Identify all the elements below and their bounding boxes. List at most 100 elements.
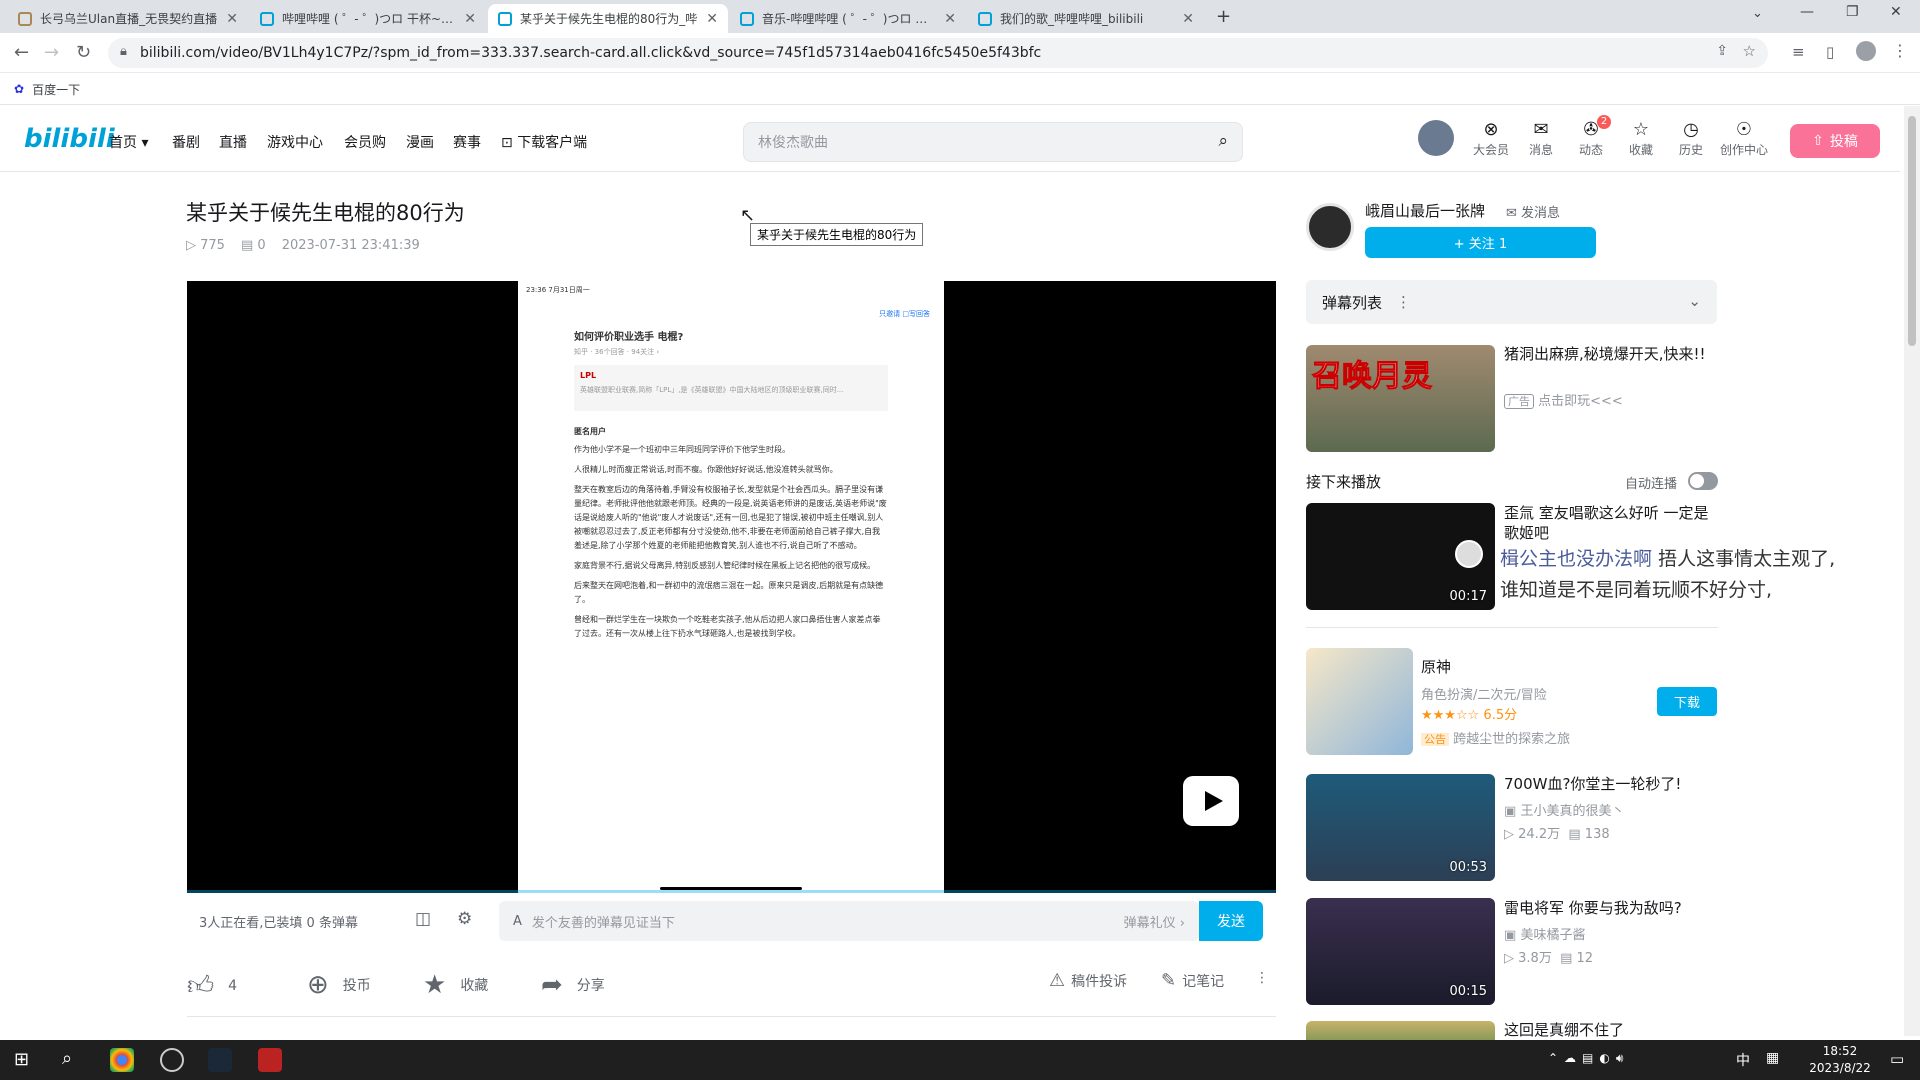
video-player[interactable]: 23:36 7月31日周一 只邀请 □写回答 如何评价职业选手 电棍? 知乎 ·… <box>187 281 1276 893</box>
header-favorites[interactable]: ☆ 收藏 <box>1619 119 1663 158</box>
danmaku-toggle-icon[interactable]: ◫ <box>415 909 431 929</box>
ad-title[interactable]: 猪洞出麻痹,秘境爆开天,快来!! <box>1504 344 1718 364</box>
uploader-name[interactable]: 峨眉山最后一张牌 <box>1365 200 1485 221</box>
nav-manga[interactable]: 漫画 <box>406 132 434 152</box>
nav-live[interactable]: 直播 <box>219 132 247 152</box>
play-button-icon[interactable] <box>1183 776 1239 826</box>
windows-start-icon[interactable]: ⊞ <box>14 1049 29 1070</box>
new-tab-icon[interactable]: + <box>1216 6 1231 27</box>
star-icon: ☆ <box>1632 119 1650 140</box>
bookmark-star-icon[interactable]: ☆ <box>1743 42 1756 60</box>
more-options-icon[interactable]: ⋮ <box>1396 293 1411 311</box>
close-icon[interactable]: ✕ <box>226 11 238 27</box>
nav-download-client[interactable]: ⊡ 下载客户端 <box>501 132 587 152</box>
download-button[interactable]: 下载 <box>1657 687 1717 716</box>
steam-icon[interactable] <box>208 1048 232 1072</box>
page-scrollbar[interactable] <box>1904 106 1920 1036</box>
browser-tab[interactable]: 长弓乌兰Ulan直播_无畏契约直播 ✕ <box>8 4 248 33</box>
report-button[interactable]: ⚠ 稿件投诉 <box>1049 970 1127 991</box>
header-history[interactable]: ◷ 历史 <box>1669 119 1713 158</box>
text-style-icon[interactable]: A <box>513 914 522 929</box>
notification-icon[interactable]: ▭ <box>1890 1050 1904 1068</box>
nav-game-center[interactable]: 游戏中心 <box>267 132 323 152</box>
browser-tab-active[interactable]: 某乎关于候先生电棍的80行为_哔 ✕ <box>488 4 728 33</box>
rec-author[interactable]: ▣ 王小美真的很美丶 <box>1504 800 1624 819</box>
browser-tab[interactable]: 我们的歌_哔哩哔哩_bilibili ✕ <box>968 4 1204 33</box>
follow-button[interactable]: + 关注 1 <box>1365 227 1596 258</box>
rec-title[interactable]: 歪氚 室友唱歌这么好听 一定是歌姬吧 <box>1504 503 1718 543</box>
ime-indicator[interactable]: 中 <box>1736 1050 1750 1070</box>
browser-tab[interactable]: 音乐-哔哩哔哩 ( ゜- ゜)つロ 干杯 ✕ <box>730 4 966 33</box>
user-avatar[interactable] <box>1418 120 1454 156</box>
more-icon[interactable]: ⋮ <box>1255 970 1269 986</box>
coin-button[interactable]: ⊕ 投币 <box>307 970 371 1000</box>
header-creator-center[interactable]: ☉ 创作中心 <box>1720 119 1768 158</box>
scrollbar-thumb[interactable] <box>1908 116 1916 346</box>
url-field[interactable]: 🔒︎ bilibili.com/video/BV1Lh4y1C7Pz/?spm_… <box>108 38 1768 68</box>
header-vip[interactable]: ⊗ 大会员 <box>1469 119 1513 158</box>
nav-mall[interactable]: 会员购 <box>344 132 386 152</box>
game-icon[interactable] <box>1306 648 1413 755</box>
nav-home[interactable]: 首页 ▾ <box>109 132 148 152</box>
window-close-icon[interactable]: ✕ <box>1890 4 1902 20</box>
browser-tab[interactable]: 哔哩哔哩 ( ゜- ゜)つロ 干杯~-bili ✕ <box>250 4 486 33</box>
send-button[interactable]: 发送 <box>1199 901 1263 941</box>
upload-button[interactable]: ⇧ 投稿 <box>1790 124 1880 158</box>
share-icon[interactable]: ⇪ <box>1716 43 1728 59</box>
progress-bar[interactable] <box>187 890 1276 893</box>
danmaku-settings-icon[interactable]: ⚙ <box>457 909 472 929</box>
autoplay-toggle[interactable] <box>1688 472 1718 490</box>
bilibili-logo[interactable]: bilibili <box>24 124 115 154</box>
like-button[interactable]: 👍︎ 4 <box>187 970 237 1001</box>
dota-icon[interactable] <box>258 1048 282 1072</box>
rec-thumbnail[interactable]: 00:15 <box>1306 898 1495 1005</box>
header-message[interactable]: ✉ 消息 <box>1519 119 1563 158</box>
restore-icon[interactable]: ❐ <box>1846 4 1859 20</box>
danmaku-input[interactable]: A 发个友善的弹幕见证当下 弹幕礼仪 › <box>499 901 1199 941</box>
tab-search-icon[interactable]: ⌄ <box>1752 6 1763 21</box>
close-icon[interactable]: ✕ <box>464 11 476 27</box>
close-icon[interactable]: ✕ <box>1182 11 1194 27</box>
search-icon[interactable]: ⌕ <box>62 1048 72 1069</box>
address-bar-row: ← → ↻ 🔒︎ bilibili.com/video/BV1Lh4y1C7Pz… <box>0 33 1920 73</box>
rec-author[interactable]: ▣ 美味橘子酱 <box>1504 924 1585 943</box>
rec-thumbnail[interactable]: 00:53 <box>1306 774 1495 881</box>
uploader-avatar[interactable] <box>1306 203 1354 251</box>
ad-cta[interactable]: 点击即玩<<< <box>1538 394 1623 409</box>
search-input[interactable]: 林俊杰歌曲 ⌕ <box>743 122 1243 162</box>
rec-title[interactable]: 这回是真绷不住了 <box>1504 1020 1718 1040</box>
bookmark-item[interactable]: 百度一下 <box>32 81 80 98</box>
game-name[interactable]: 原神 <box>1421 657 1451 677</box>
close-icon[interactable]: ✕ <box>944 11 956 27</box>
rec-title[interactable]: 700W血?你堂主一轮秒了! <box>1504 774 1718 794</box>
keyboard-icon[interactable]: ▦ <box>1766 1050 1779 1066</box>
side-panel-icon[interactable]: ▯ <box>1826 43 1834 61</box>
danmaku-list-header[interactable]: 弹幕列表 ⋮ ⌄ <box>1306 280 1717 324</box>
header-dynamic[interactable]: ✇ 动态 2 <box>1569 115 1613 158</box>
close-icon[interactable]: ✕ <box>706 11 718 27</box>
system-tray-icons[interactable]: ⌃☁▤◐🔊︎ <box>1548 1051 1629 1066</box>
reload-icon[interactable]: ↻ <box>76 42 91 63</box>
menu-icon[interactable]: ⋮ <box>1892 41 1908 60</box>
reading-list-icon[interactable]: ≡ <box>1792 43 1805 61</box>
app-icon[interactable] <box>160 1048 184 1072</box>
send-message-link[interactable]: ✉ 发消息 <box>1506 202 1560 221</box>
rec-title[interactable]: 雷电将军 你要与我为敌吗? <box>1504 898 1718 918</box>
chevron-down-icon[interactable]: ⌄ <box>1688 292 1701 310</box>
notes-button[interactable]: ✎ 记笔记 <box>1161 970 1224 991</box>
forward-icon[interactable]: → <box>44 42 59 63</box>
danmaku-count: ▤ 0 <box>240 238 266 253</box>
nav-esports[interactable]: 赛事 <box>453 132 481 152</box>
rec-thumbnail[interactable] <box>1306 1021 1495 1040</box>
profile-icon[interactable] <box>1856 41 1876 61</box>
ad-thumbnail[interactable]: 召唤月灵 <box>1306 345 1495 452</box>
back-icon[interactable]: ← <box>14 42 29 63</box>
chrome-icon[interactable] <box>110 1048 134 1072</box>
danmaku-etiquette-link[interactable]: 弹幕礼仪 › <box>1124 912 1185 931</box>
share-button[interactable]: ➦ 分享 <box>541 970 605 1000</box>
minimize-icon[interactable]: — <box>1800 4 1814 20</box>
nav-anime[interactable]: 番剧 <box>172 132 200 152</box>
clock[interactable]: 18:52 2023/8/22 <box>1800 1043 1880 1077</box>
favorite-button[interactable]: ★ 收藏 <box>423 970 488 1000</box>
search-icon[interactable]: ⌕ <box>1218 131 1228 151</box>
